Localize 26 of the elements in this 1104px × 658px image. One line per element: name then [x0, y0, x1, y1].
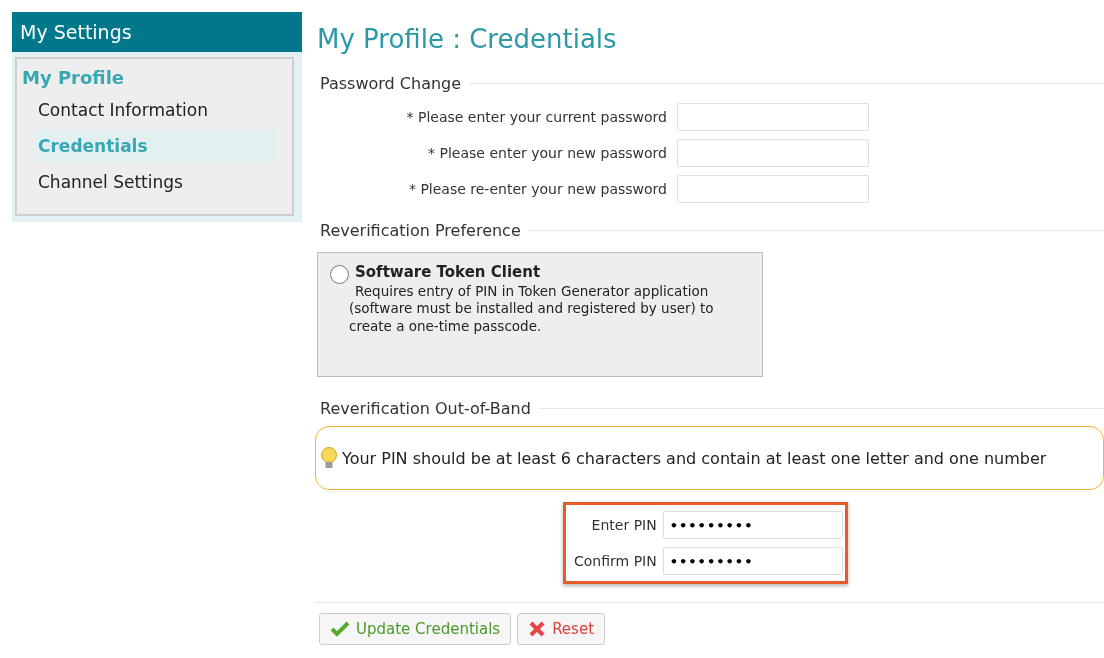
reset-button[interactable]: Reset — [517, 613, 606, 645]
option-title: Software Token Client — [355, 263, 542, 283]
sidebar-section-heading: My Profile — [21, 66, 126, 90]
pin-field[interactable]: ••••••••• — [662, 511, 843, 539]
password-field[interactable] — [677, 175, 869, 203]
hint-text: Your PIN should be at least 6 characters and contain at least one letter and one number — [342, 448, 1047, 468]
section-legend: Reverification Out-of-Band — [320, 399, 531, 418]
checkmark-icon — [330, 621, 350, 637]
lightbulb-icon — [320, 446, 338, 470]
password-field[interactable] — [677, 103, 869, 131]
sidebar-item[interactable]: Channel Settings — [35, 166, 276, 198]
field-label: Confirm PIN — [574, 553, 657, 569]
field-label: * Please enter your new password — [427, 145, 667, 161]
password-field[interactable] — [677, 139, 869, 167]
section-legend: Reverification Preference — [320, 221, 521, 240]
radio-button[interactable] — [330, 265, 349, 284]
page-title: My Profile : Credentials — [316, 23, 618, 56]
pin-field[interactable]: ••••••••• — [662, 547, 843, 575]
field-label: Enter PIN — [590, 517, 657, 533]
field-label: * Please enter your current password — [405, 109, 667, 125]
sidebar-item[interactable]: Contact Information — [35, 94, 276, 126]
cross-icon — [528, 620, 547, 638]
option-description: Requires entry of PIN in Token Generator application (software must be installed and registered by user) to create a one-time passcode. — [349, 282, 715, 336]
sidebar-title: My Settings — [12, 12, 302, 52]
section-legend: Password Change — [320, 74, 462, 93]
field-label: * Please re-enter your new password — [407, 181, 667, 197]
